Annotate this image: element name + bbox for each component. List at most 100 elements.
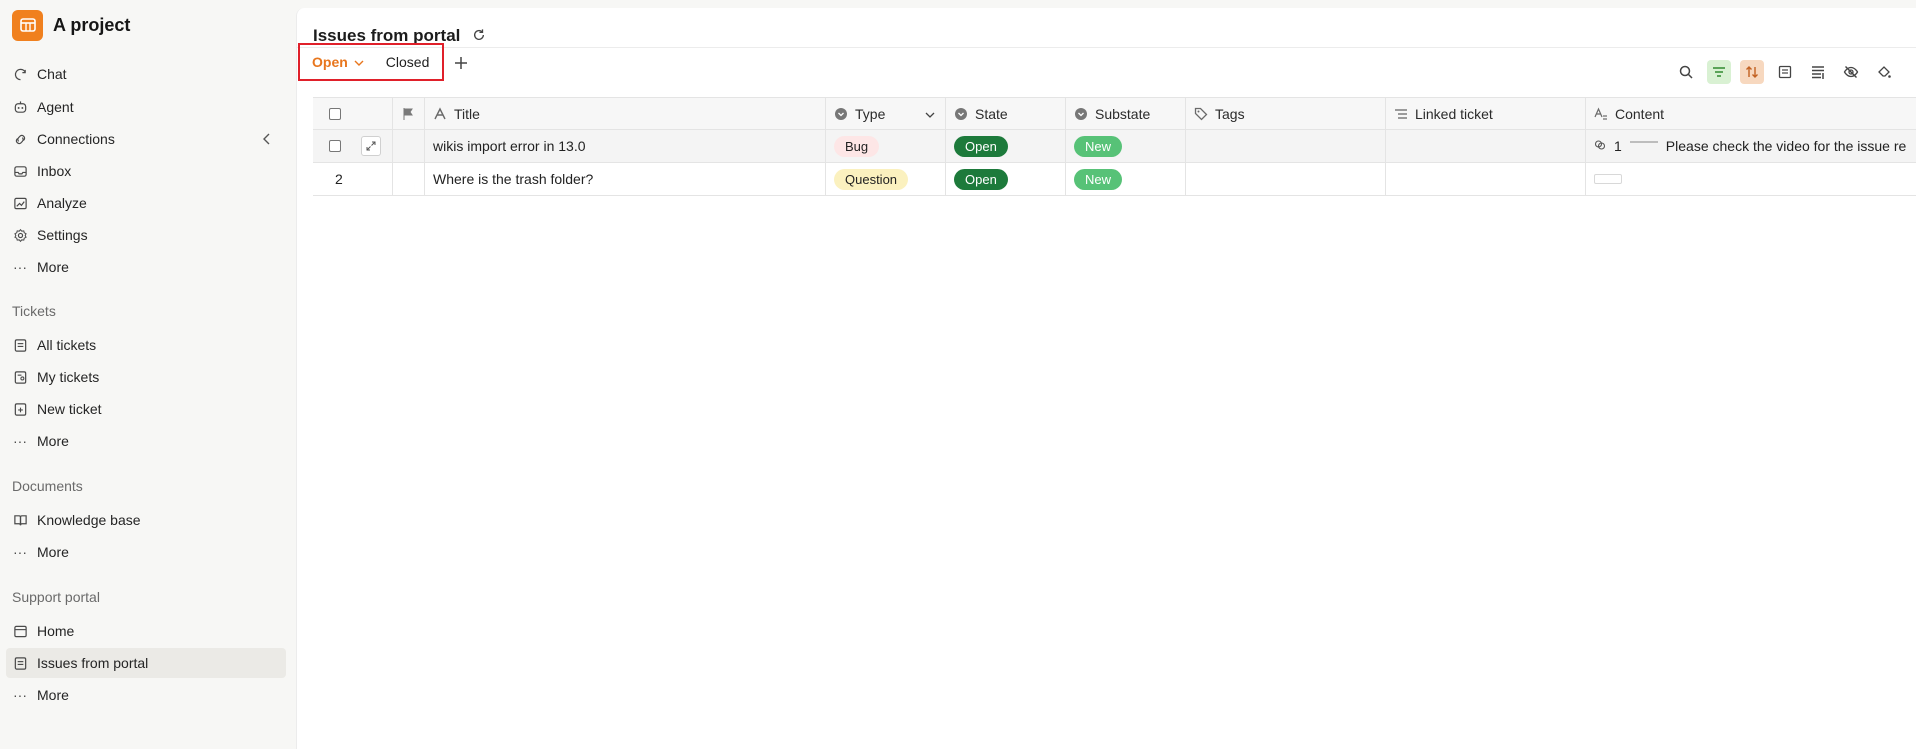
issues-table: Title Type State Substate Tags Linked ti… (313, 97, 1916, 196)
table-header-row: Title Type State Substate Tags Linked ti… (313, 97, 1916, 130)
sidebar-item-label: New ticket (37, 401, 102, 417)
hide-fields-icon[interactable] (1839, 60, 1863, 84)
row-number: 2 (335, 171, 343, 187)
refresh-icon[interactable] (472, 28, 486, 45)
flag-cell[interactable] (393, 130, 425, 162)
content-cell[interactable] (1586, 163, 1916, 195)
substate-badge: New (1074, 168, 1123, 190)
sidebar-item-new-ticket[interactable]: New ticket (6, 394, 286, 424)
linked-ticket-cell[interactable] (1386, 130, 1586, 162)
analyze-icon (12, 195, 28, 211)
table-row[interactable]: wikis import error in 13.0 Bug Open New … (313, 130, 1916, 163)
tags-cell[interactable] (1186, 163, 1386, 195)
row-height-icon[interactable] (1806, 60, 1830, 84)
substate-cell[interactable]: New (1066, 163, 1186, 195)
table-row[interactable]: 2 Where is the trash folder? Question Op… (313, 163, 1916, 196)
sidebar-item-all-tickets[interactable]: All tickets (6, 330, 286, 360)
linked-ticket-cell[interactable] (1386, 163, 1586, 195)
sidebar-item-agent[interactable]: Agent (6, 92, 286, 122)
content-cell[interactable]: 1 Please check the video for the issue r… (1586, 130, 1916, 162)
text-field-icon (433, 107, 447, 121)
column-header-linked-ticket[interactable]: Linked ticket (1386, 98, 1586, 130)
group-icon[interactable] (1773, 60, 1797, 84)
title-cell[interactable]: wikis import error in 13.0 (425, 130, 826, 162)
state-badge: Open (954, 168, 1008, 190)
sidebar-item-label: Inbox (37, 163, 72, 179)
sidebar-item-more[interactable]: ··· More (6, 252, 286, 282)
add-view-icon[interactable] (453, 55, 469, 74)
ticket-title: Where is the trash folder? (433, 171, 594, 187)
sidebar-item-issues-from-portal[interactable]: Issues from portal (6, 648, 286, 678)
column-label: Tags (1215, 106, 1245, 122)
column-header-title[interactable]: Title (425, 98, 826, 130)
title-cell[interactable]: Where is the trash folder? (425, 163, 826, 195)
sidebar-item-connections[interactable]: Connections (6, 124, 286, 154)
sidebar-item-home[interactable]: Home (6, 616, 286, 646)
single-select-icon (1074, 107, 1088, 121)
search-icon[interactable] (1674, 60, 1698, 84)
type-cell[interactable]: Bug (826, 130, 946, 162)
agent-icon (12, 99, 28, 115)
select-all-checkbox[interactable] (329, 108, 341, 120)
more-icon: ··· (13, 544, 27, 560)
color-fill-icon[interactable] (1872, 60, 1896, 84)
sidebar-item-my-tickets[interactable]: My tickets (6, 362, 286, 392)
sidebar-item-label: Home (37, 623, 75, 639)
sidebar-item-label: Analyze (37, 195, 87, 211)
type-cell[interactable]: Question (826, 163, 946, 195)
section-title-support-portal: Support portal (12, 589, 100, 605)
column-header-state[interactable]: State (946, 98, 1066, 130)
section-title-tickets: Tickets (12, 303, 56, 319)
select-all-cell (313, 98, 393, 130)
substate-badge: New (1074, 135, 1123, 157)
row-select-cell (313, 130, 393, 162)
gear-icon (12, 227, 28, 243)
substate-cell[interactable]: New (1066, 130, 1186, 162)
state-cell[interactable]: Open (946, 130, 1066, 162)
expand-icon[interactable] (361, 136, 381, 156)
sidebar-item-label: Settings (37, 227, 88, 243)
row-checkbox[interactable] (329, 140, 341, 152)
view-tabs: Open Closed (298, 43, 444, 81)
tab-open[interactable]: Open (312, 54, 364, 70)
sidebar-item-more[interactable]: ··· More (6, 537, 286, 567)
sidebar-item-settings[interactable]: Settings (6, 220, 286, 250)
column-label: State (975, 106, 1008, 122)
chevron-down-icon (354, 54, 364, 70)
project-logo-icon (12, 9, 43, 41)
sidebar-item-inbox[interactable]: Inbox (6, 156, 286, 186)
sidebar-item-analyze[interactable]: Analyze (6, 188, 286, 218)
sidebar-item-more[interactable]: ··· More (6, 680, 286, 710)
chat-icon (12, 66, 28, 82)
sidebar-item-more[interactable]: ··· More (6, 426, 286, 456)
rich-text-icon (1594, 107, 1608, 121)
chevron-left-icon[interactable] (262, 132, 272, 148)
comments-icon (1594, 138, 1606, 154)
flag-cell[interactable] (393, 163, 425, 195)
connections-icon (12, 131, 28, 147)
column-header-type[interactable]: Type (826, 98, 946, 130)
project-header[interactable]: A project (12, 9, 130, 41)
content-preview: 1 Please check the video for the issue r… (1594, 138, 1906, 154)
tags-cell[interactable] (1186, 130, 1386, 162)
column-header-content[interactable]: Content (1586, 98, 1916, 130)
sidebar-item-label: Issues from portal (37, 655, 149, 671)
book-icon (12, 512, 28, 528)
sort-icon[interactable] (1740, 60, 1764, 84)
sidebar-item-label: More (37, 259, 69, 275)
sidebar-item-knowledge-base[interactable]: Knowledge base (6, 505, 286, 535)
chevron-down-icon[interactable] (925, 106, 935, 122)
flag-column-header[interactable] (393, 98, 425, 130)
sidebar-item-label: Connections (37, 131, 115, 147)
column-header-tags[interactable]: Tags (1186, 98, 1386, 130)
column-header-substate[interactable]: Substate (1066, 98, 1186, 130)
more-icon: ··· (13, 687, 27, 703)
tab-label: Open (312, 54, 348, 70)
tab-closed[interactable]: Closed (386, 54, 430, 70)
state-cell[interactable]: Open (946, 163, 1066, 195)
list-icon (12, 337, 28, 353)
comment-count: 1 (1614, 138, 1622, 154)
project-name: A project (53, 14, 131, 35)
sidebar-item-chat[interactable]: Chat (6, 59, 286, 89)
filter-icon[interactable] (1707, 60, 1731, 84)
